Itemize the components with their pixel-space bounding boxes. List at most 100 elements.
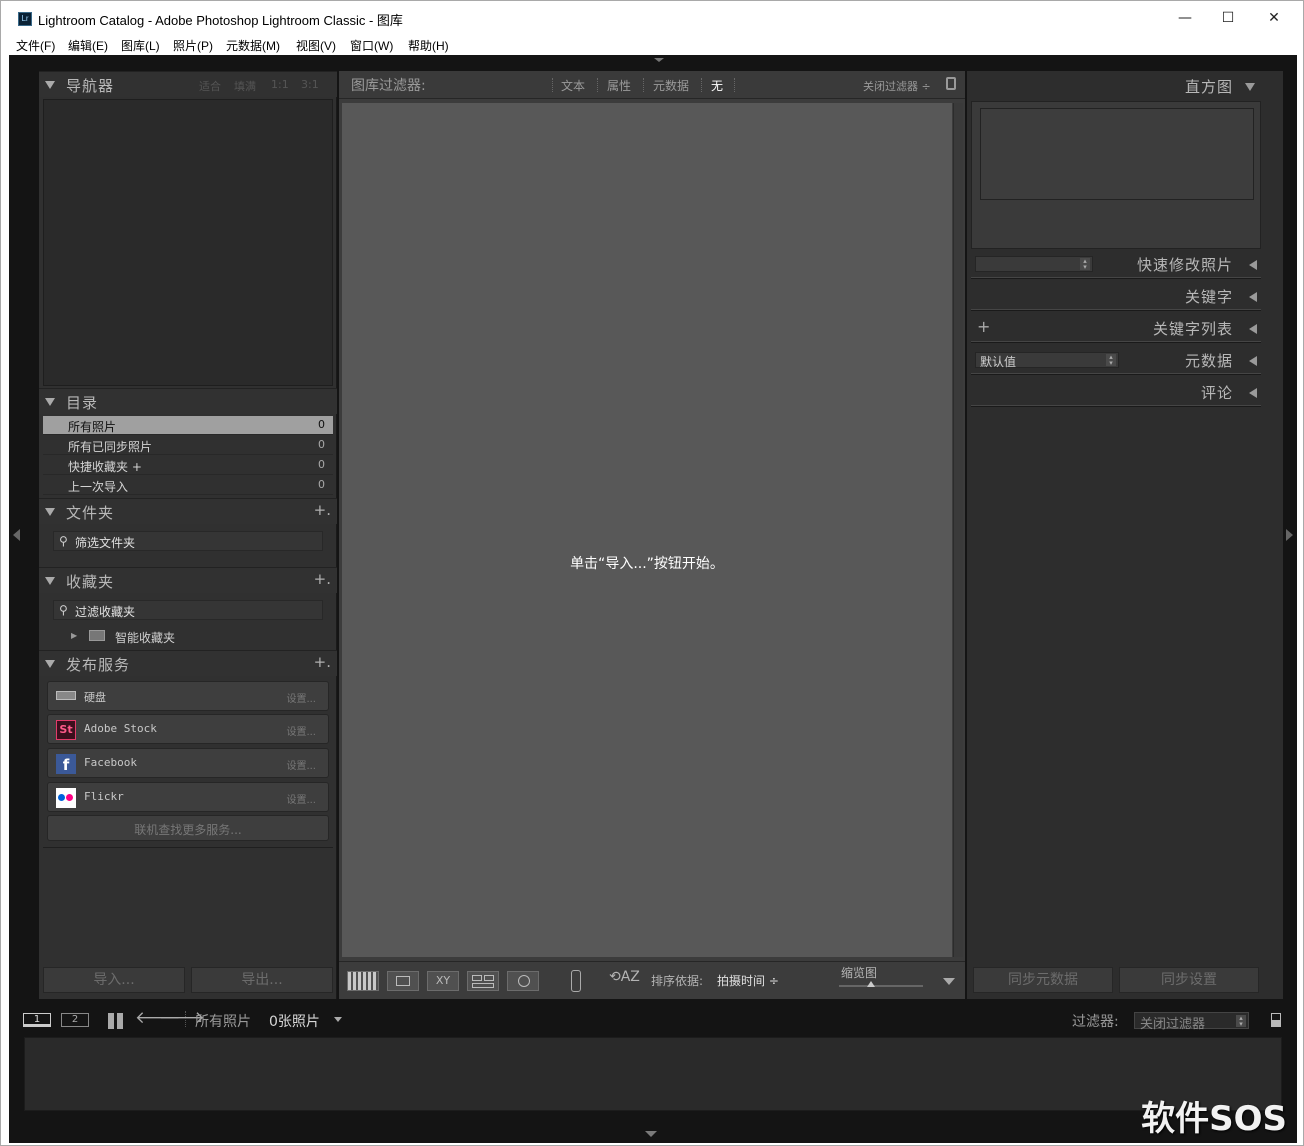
nav-fill-option[interactable]: 填满: [234, 78, 256, 94]
survey-view-icon[interactable]: [467, 971, 499, 991]
menu-file[interactable]: 文件(F): [16, 37, 55, 54]
toolbar-options-chevron-icon[interactable]: [943, 978, 955, 985]
folders-header[interactable]: 文件夹 +.: [39, 498, 337, 524]
second-screen-button[interactable]: 2: [61, 1013, 89, 1027]
filter-tab-none[interactable]: 无: [711, 77, 723, 94]
nav-3to1-option[interactable]: 3:1: [301, 78, 319, 91]
title-bar: Lr Lightroom Catalog - Adobe Photoshop L…: [1, 1, 1303, 35]
library-toolbar: XY ⟲AZ 排序依据: 拍摄时间 ÷ 缩览图: [339, 961, 965, 999]
collection-filter-placeholder: 过滤收藏夹: [75, 605, 136, 619]
add-collection-icon[interactable]: +.: [314, 570, 331, 588]
people-view-icon[interactable]: [507, 971, 539, 991]
menu-help[interactable]: 帮助(H): [408, 37, 449, 54]
filter-tab-metadata[interactable]: 元数据: [653, 77, 689, 94]
grid-scrollbar[interactable]: [953, 103, 963, 957]
service-setup-link[interactable]: 设置...: [286, 757, 316, 772]
catalog-row-all-photos[interactable]: 所有照片 0: [43, 416, 333, 435]
publish-service-facebook[interactable]: f Facebook 设置...: [47, 748, 329, 778]
publish-services-header[interactable]: 发布服务 +.: [39, 650, 337, 676]
add-folder-icon[interactable]: +.: [314, 501, 331, 519]
nav-fit-option[interactable]: 适合: [199, 78, 221, 94]
filter-tab-text[interactable]: 文本: [561, 77, 585, 94]
add-keyword-icon[interactable]: +: [977, 317, 990, 336]
quick-develop-preset-dropdown[interactable]: ▴ ▾: [975, 256, 1093, 272]
comments-header[interactable]: 评论: [971, 379, 1261, 405]
filmstrip-source[interactable]: 所有照片: [195, 1011, 251, 1031]
collections-header[interactable]: 收藏夹 +.: [39, 567, 337, 593]
collection-filter-input[interactable]: ⚲ 过滤收藏夹: [53, 600, 323, 620]
minimize-button[interactable]: —: [1162, 1, 1208, 35]
thumbnail-size-slider[interactable]: [839, 981, 923, 987]
publish-service-flickr[interactable]: Flickr 设置...: [47, 782, 329, 812]
catalog-row-previous-import[interactable]: 上一次导入 0: [43, 476, 333, 495]
publish-service-hard-drive[interactable]: 硬盘 设置...: [47, 681, 329, 711]
catalog-row-quick-collection[interactable]: 快捷收藏夹 + 0: [43, 456, 333, 475]
nav-1to1-option[interactable]: 1:1: [271, 78, 289, 91]
service-setup-link[interactable]: 设置...: [286, 690, 316, 705]
source-dropdown-chevron-icon[interactable]: [334, 1017, 342, 1022]
filmstrip-filter-value: 关闭过滤器: [1140, 1017, 1206, 1032]
filter-preset-dropdown[interactable]: 关闭过滤器 ÷: [863, 78, 931, 94]
facebook-icon: f: [56, 754, 76, 774]
filmstrip-filter-dropdown[interactable]: 关闭过滤器 ▴ ▾: [1134, 1012, 1249, 1032]
menu-metadata[interactable]: 元数据(M): [226, 37, 280, 54]
navigator-header[interactable]: 导航器 适合 填满 1:1 3:1: [39, 71, 337, 97]
grid-view-icon[interactable]: [347, 971, 379, 991]
grid-icon[interactable]: [108, 1013, 124, 1029]
search-icon: ⚲: [59, 603, 68, 617]
service-setup-link[interactable]: 设置...: [286, 791, 316, 806]
service-label: Flickr: [84, 790, 124, 803]
smart-collections-item[interactable]: ▶ 智能收藏夹: [71, 628, 331, 646]
right-panel-toggle-icon[interactable]: [1286, 529, 1293, 541]
menu-edit[interactable]: 编辑(E): [68, 37, 108, 54]
slider-thumb-icon[interactable]: [867, 981, 875, 987]
lock-icon[interactable]: [946, 77, 956, 90]
keywording-title: 关键字: [1184, 288, 1233, 306]
smart-collection-folder-icon: [89, 630, 105, 641]
menu-window[interactable]: 窗口(W): [350, 37, 393, 54]
histogram-display: [980, 108, 1254, 200]
quick-develop-title: 快速修改照片: [1136, 256, 1233, 274]
sync-metadata-button[interactable]: 同步元数据: [973, 967, 1113, 993]
filter-tab-attribute[interactable]: 属性: [607, 77, 631, 94]
service-label: Facebook: [84, 756, 137, 769]
import-button[interactable]: 导入...: [43, 967, 185, 993]
bottom-panel-toggle-icon[interactable]: [645, 1131, 657, 1137]
maximize-button[interactable]: ☐: [1205, 1, 1251, 35]
metadata-header[interactable]: 默认值 ▴ ▾ 元数据: [971, 347, 1261, 373]
close-button[interactable]: ✕: [1251, 1, 1297, 35]
publish-service-adobe-stock[interactable]: St Adobe Stock 设置...: [47, 714, 329, 744]
main-screen-button[interactable]: 1: [23, 1013, 51, 1027]
histogram-frame: [971, 101, 1261, 249]
compare-view-icon[interactable]: XY: [427, 971, 459, 991]
stepper-icon: ▴ ▾: [1236, 1015, 1246, 1028]
expand-triangle-icon: ▶: [71, 631, 78, 640]
filmstrip-lock-switch-icon[interactable]: [1271, 1013, 1281, 1027]
metadata-preset-dropdown[interactable]: 默认值 ▴ ▾: [975, 352, 1119, 369]
folder-filter-input[interactable]: ⚲ 筛选文件夹: [53, 531, 323, 551]
keyword-list-header[interactable]: + 关键字列表: [971, 315, 1261, 341]
filmstrip-thumbnails[interactable]: [24, 1037, 1282, 1111]
keywording-header[interactable]: 关键字: [971, 283, 1261, 309]
thumbnail-grid[interactable]: 单击“导入...”按钮开始。: [342, 103, 952, 957]
catalog-row-synced[interactable]: 所有已同步照片 0: [43, 436, 333, 455]
service-setup-link[interactable]: 设置...: [286, 723, 316, 738]
top-panel-toggle-icon[interactable]: [654, 58, 664, 62]
loupe-view-icon[interactable]: [387, 971, 419, 991]
sort-dropdown[interactable]: 拍摄时间 ÷: [717, 972, 779, 989]
painter-spray-can-icon[interactable]: [571, 970, 581, 992]
menu-view[interactable]: 视图(V): [296, 37, 336, 54]
histogram-header[interactable]: 直方图: [971, 73, 1261, 99]
sort-direction-icon[interactable]: ⟲AZ: [609, 969, 640, 985]
catalog-header[interactable]: 目录: [39, 388, 337, 414]
find-more-services-button[interactable]: 联机查找更多服务...: [47, 815, 329, 841]
collapse-triangle-icon: [45, 81, 55, 89]
export-button[interactable]: 导出...: [191, 967, 333, 993]
sync-settings-button[interactable]: 同步设置: [1119, 967, 1259, 993]
catalog-row-count: 0: [318, 458, 325, 471]
add-publish-service-icon[interactable]: +.: [314, 653, 331, 671]
menu-photo[interactable]: 照片(P): [173, 37, 213, 54]
menu-library[interactable]: 图库(L): [121, 37, 160, 54]
left-panel-toggle-icon[interactable]: [13, 529, 20, 541]
quick-develop-header[interactable]: ▴ ▾ 快速修改照片: [971, 251, 1261, 277]
